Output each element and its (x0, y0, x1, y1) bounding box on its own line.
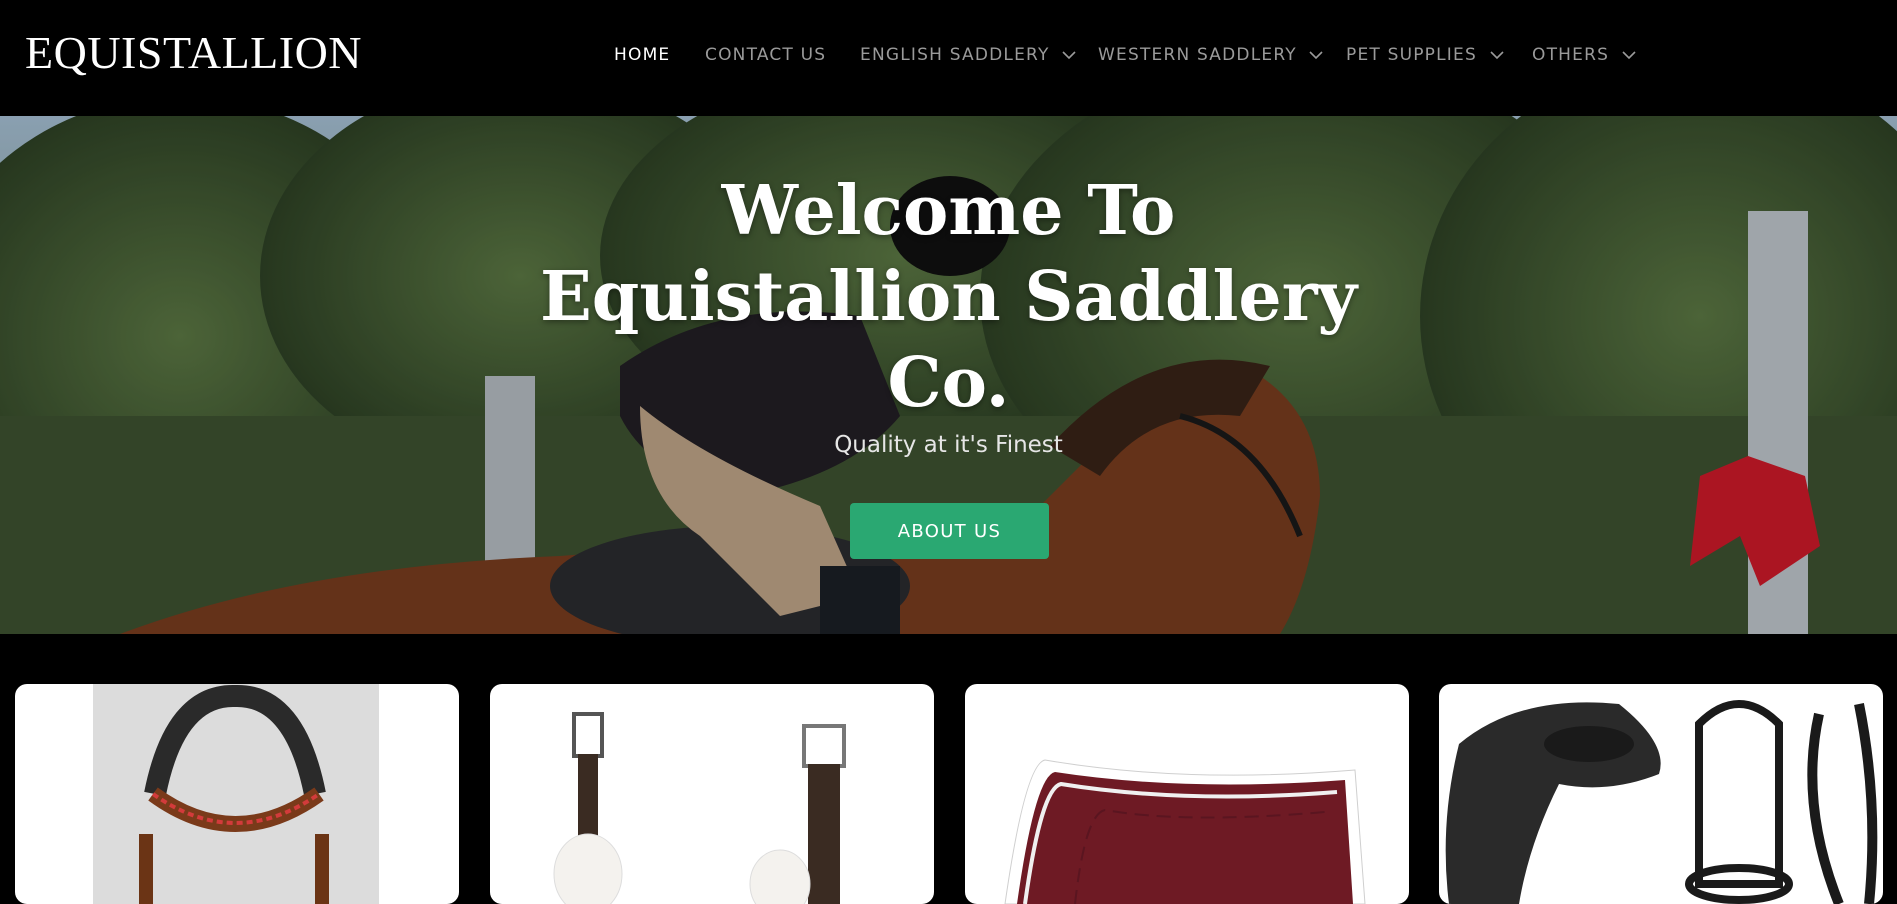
chevron-down-icon (1622, 50, 1636, 59)
nav-label: WESTERN SADDLERY (1098, 45, 1297, 65)
girth-straps-image (553, 712, 846, 904)
hero-title-line: Welcome To (721, 171, 1176, 251)
product-card[interactable] (1439, 684, 1883, 904)
product-card[interactable] (490, 684, 934, 904)
nav-pet-supplies[interactable]: PET SUPPLIES (1346, 40, 1504, 70)
saddle-and-bridle-set-image (1445, 700, 1878, 904)
saddle-pad-image (1004, 759, 1366, 904)
about-us-button[interactable]: ABOUT US (850, 503, 1049, 559)
nav-home[interactable]: HOME (614, 40, 670, 70)
hero-title-line: Co. (887, 343, 1010, 423)
nav-label: PET SUPPLIES (1346, 45, 1477, 65)
product-card[interactable] (965, 684, 1409, 904)
nav-western-saddlery[interactable]: WESTERN SADDLERY (1098, 40, 1324, 70)
site-header: EQUISTALLION HOME CONTACT US ENGLISH SAD… (0, 0, 1897, 116)
nav-label: HOME (614, 45, 671, 65)
hero-subtitle: Quality at it's Finest (834, 432, 1063, 458)
site-logo[interactable]: EQUISTALLION (25, 25, 362, 81)
chevron-down-icon (1309, 50, 1324, 59)
hero-banner: Welcome To Equistallion Saddlery Co. Qua… (0, 116, 1897, 634)
bridle-browband-image (93, 684, 379, 904)
nav-others[interactable]: OTHERS (1532, 40, 1636, 70)
hero-title: Welcome To Equistallion Saddlery Co. (0, 168, 1897, 426)
hero-title-line: Equistallion Saddlery (539, 257, 1358, 337)
product-card[interactable] (15, 684, 459, 904)
chevron-down-icon (1062, 50, 1076, 59)
nav-contact-us[interactable]: CONTACT US (705, 40, 826, 70)
nav-label: CONTACT US (705, 45, 827, 65)
nav-label: OTHERS (1532, 45, 1610, 65)
chevron-down-icon (1489, 50, 1504, 59)
nav-english-saddlery[interactable]: ENGLISH SADDLERY (860, 40, 1076, 70)
nav-label: ENGLISH SADDLERY (860, 45, 1050, 65)
